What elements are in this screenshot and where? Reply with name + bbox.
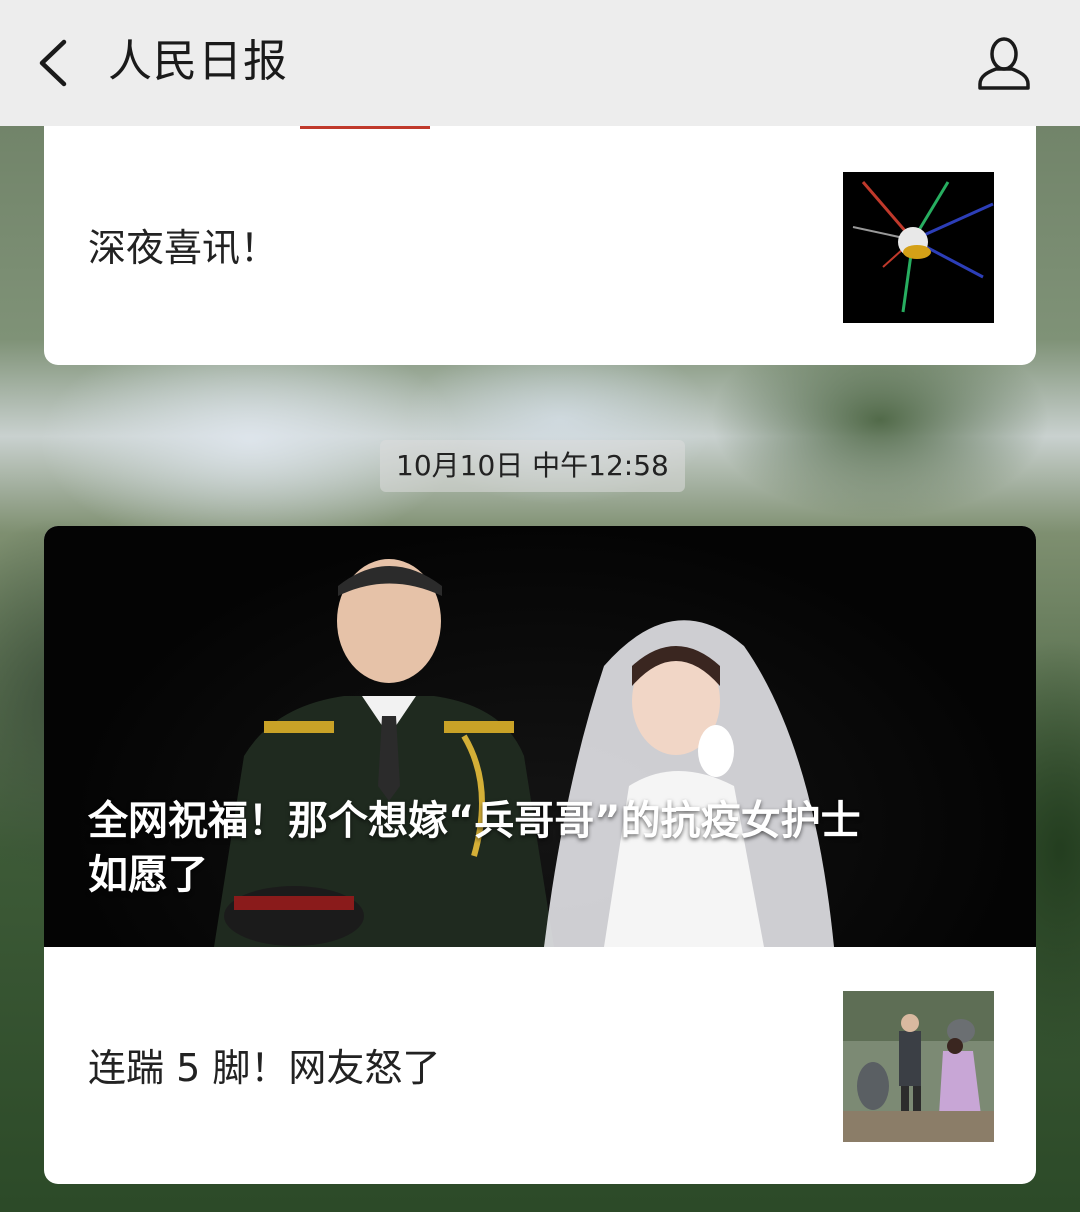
page-title: 人民日报	[108, 36, 288, 87]
featured-article-title[interactable]: 全网祝福！那个想嫁“兵哥哥”的抗疫女护士 如愿了	[88, 794, 1008, 902]
featured-title-line-1: 全网祝福！那个想嫁“兵哥哥”的抗疫女护士	[88, 798, 861, 844]
satellite-image	[843, 172, 994, 323]
featured-title-line-2: 如愿了	[88, 852, 208, 898]
app-header: 人民日报	[0, 0, 1080, 126]
user-profile-icon[interactable]	[974, 34, 1034, 94]
street-photo	[843, 991, 994, 1142]
message-timestamp: 10月10日 中午12:58	[380, 440, 685, 492]
article-title[interactable]: 深夜喜讯！	[88, 224, 278, 272]
chevron-left-icon[interactable]	[30, 36, 80, 90]
article-title[interactable]: 连踹 5 脚！网友怒了	[88, 1044, 440, 1092]
article-thumbnail[interactable]	[843, 172, 994, 323]
featured-article[interactable]: 全网祝福！那个想嫁“兵哥哥”的抗疫女护士 如愿了	[44, 526, 1036, 947]
article-card[interactable]: 深夜喜讯！	[44, 110, 1036, 365]
article-group-card: 全网祝福！那个想嫁“兵哥哥”的抗疫女护士 如愿了 连踹 5 脚！网友怒了	[44, 526, 1036, 1184]
article-thumbnail[interactable]	[843, 991, 994, 1142]
color-stripe	[300, 126, 430, 129]
